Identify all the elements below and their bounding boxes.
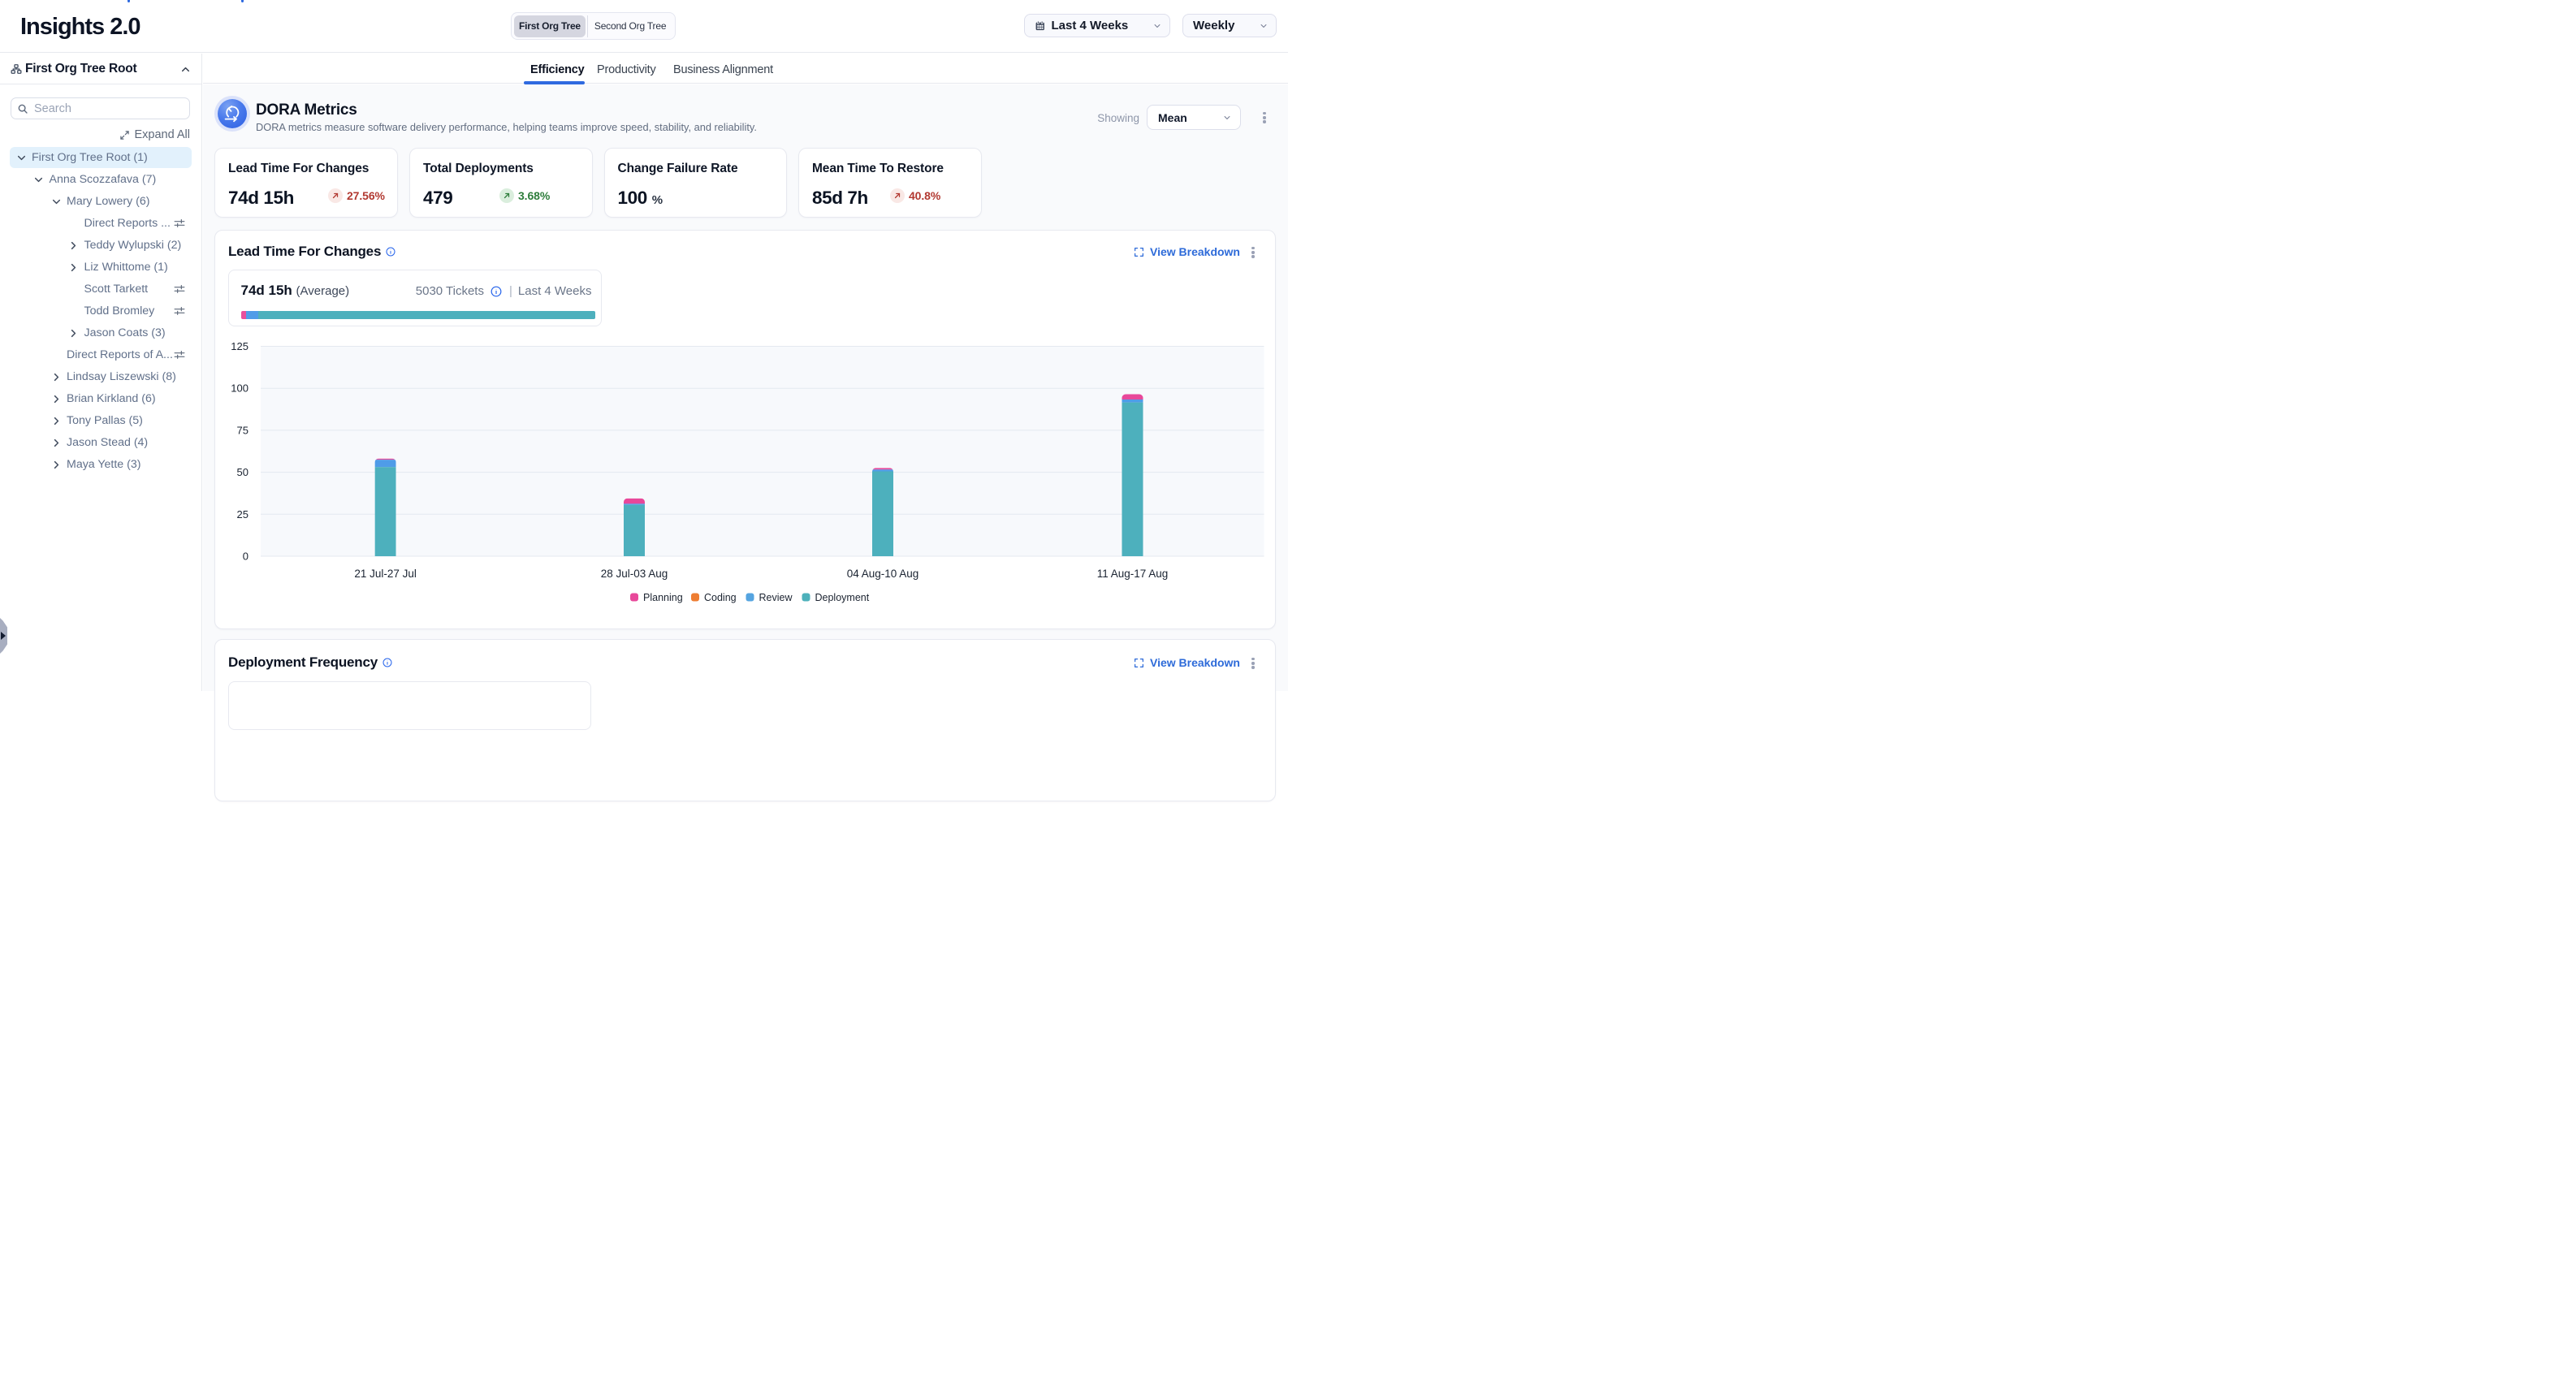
svg-text:75: 75 [237, 424, 249, 436]
svg-text:Deployment: Deployment [815, 592, 870, 603]
svg-text:0: 0 [243, 551, 249, 563]
svg-text:Review: Review [759, 592, 793, 603]
svg-text:04 Aug-10 Aug: 04 Aug-10 Aug [847, 568, 919, 580]
svg-text:Planning: Planning [643, 592, 683, 603]
svg-text:25: 25 [237, 508, 249, 520]
svg-text:50: 50 [237, 466, 249, 478]
svg-text:28 Jul-03 Aug: 28 Jul-03 Aug [601, 568, 668, 580]
svg-text:100: 100 [231, 382, 249, 395]
svg-text:11 Aug-17 Aug: 11 Aug-17 Aug [1097, 568, 1169, 580]
svg-text:Coding: Coding [704, 592, 737, 603]
svg-text:125: 125 [231, 340, 249, 352]
svg-text:21 Jul-27 Jul: 21 Jul-27 Jul [354, 568, 417, 580]
